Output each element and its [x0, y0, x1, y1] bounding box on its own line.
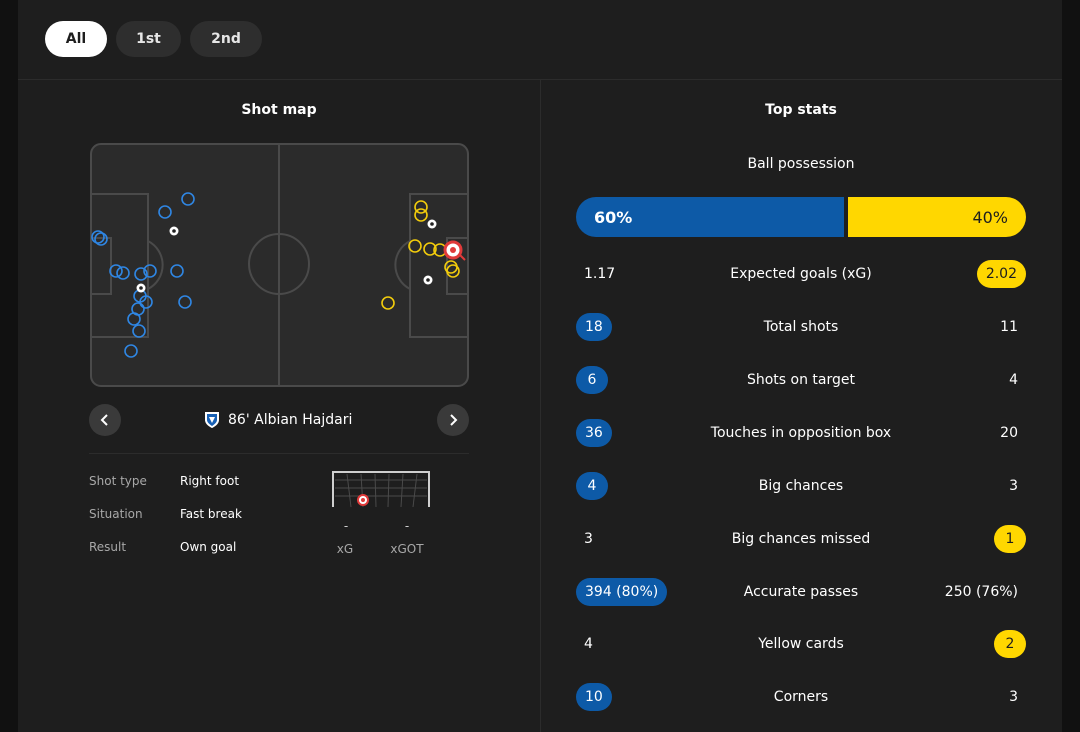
stat-away-text: 11 [1000, 319, 1018, 335]
stat-home-value: 1.17 [576, 259, 615, 289]
stat-home-text: 1.17 [584, 266, 616, 282]
stat-away-text: 1 [994, 525, 1026, 553]
goal-ball-icon[interactable] [169, 226, 179, 236]
shot-detail-separator [89, 453, 469, 454]
stat-label: Touches in opposition box [710, 425, 892, 441]
goal-ball-icon[interactable] [427, 219, 437, 229]
shot-type-value: Right foot [180, 474, 240, 488]
stat-home-text: 4 [576, 472, 608, 500]
goal-net-icon [332, 471, 430, 508]
stat-row: 18 Total shots 11 [576, 312, 1026, 342]
stat-home-text: 394 (80%) [576, 578, 668, 606]
situation-label: Situation [89, 507, 143, 521]
shot-map-pitch[interactable] [90, 143, 469, 387]
stat-home-value: 6 [576, 365, 608, 395]
top-stats-title: Top stats [765, 102, 837, 118]
goal-frame [331, 470, 431, 508]
stat-home-value: 4 [576, 471, 608, 501]
stat-label: Big chances missed [731, 531, 871, 547]
possession-away: 40% [848, 197, 1026, 237]
stat-label: Total shots [763, 319, 839, 335]
tab-all[interactable]: All [45, 21, 107, 57]
stat-away-value: 20 [1000, 418, 1026, 448]
chevron-left-icon [100, 414, 108, 426]
period-tab-bar: All 1st 2nd [18, 0, 1062, 80]
stat-row: 4 Yellow cards 2 [576, 629, 1026, 659]
stat-home-value: 394 (80%) [576, 577, 668, 607]
stat-row: 3 Big chances missed 1 [576, 524, 1026, 554]
possession-bar: 60% 40% [576, 197, 1026, 237]
selected-shot-player: 86' Albian Hajdari [204, 408, 352, 432]
stat-away-text: 2 [994, 630, 1026, 658]
stat-label: Corners [773, 689, 829, 705]
stat-home-value: 4 [576, 629, 602, 659]
stat-label: Expected goals (xG) [730, 266, 872, 282]
stat-label: Accurate passes [743, 584, 859, 600]
goal-ball-icon[interactable] [423, 275, 433, 285]
stat-home-text: 18 [576, 313, 612, 341]
team-crest-icon [205, 412, 219, 428]
xgot-label: xGOT [390, 542, 424, 556]
xg-label: xG [336, 542, 354, 556]
stat-away-text: 3 [1009, 478, 1018, 494]
shot-minute-player: 86' Albian Hajdari [228, 412, 353, 428]
xgot-value: - [404, 519, 410, 533]
stat-away-value: 2.02 [976, 259, 1026, 289]
next-shot-button[interactable] [437, 404, 469, 436]
stat-away-value: 11 [1000, 312, 1026, 342]
shot-type-label: Shot type [89, 474, 147, 488]
goal-ball-icon[interactable] [136, 283, 146, 293]
stat-label: Yellow cards [758, 636, 844, 652]
stat-away-value: 2 [994, 629, 1026, 659]
result-label: Result [89, 540, 127, 554]
stat-home-text: 4 [584, 636, 593, 652]
stat-away-text: 250 (76%) [944, 584, 1018, 600]
stat-away-text: 4 [1009, 372, 1018, 388]
stat-away-text: 20 [1000, 425, 1018, 441]
stat-row: 1.17 Expected goals (xG) 2.02 [576, 259, 1026, 289]
stat-row: 36 Touches in opposition box 20 [576, 418, 1026, 448]
stat-away-value: 3 [1000, 471, 1026, 501]
previous-shot-button[interactable] [89, 404, 121, 436]
column-divider [540, 80, 541, 732]
stat-home-value: 36 [576, 418, 612, 448]
pitch-svg [90, 143, 469, 387]
shot-map-title: Shot map [241, 102, 317, 118]
stat-home-text: 36 [576, 419, 612, 447]
stat-row: 4 Big chances 3 [576, 471, 1026, 501]
stat-away-value: 250 (76%) [945, 577, 1026, 607]
stat-home-value: 10 [576, 682, 612, 712]
stat-away-value: 3 [1000, 682, 1026, 712]
match-stats-card: All 1st 2nd Shot map 86' Albian Hajdari … [18, 0, 1062, 732]
chevron-right-icon [450, 414, 458, 426]
stat-home-value: 3 [576, 524, 602, 554]
stat-row: 10 Corners 3 [576, 682, 1026, 712]
stat-away-text: 3 [1009, 689, 1018, 705]
stat-row: 6 Shots on target 4 [576, 365, 1026, 395]
stat-label: Big chances [758, 478, 844, 494]
tab-second-half[interactable]: 2nd [190, 21, 262, 57]
xg-value: - [343, 519, 349, 533]
stat-row: 394 (80%) Accurate passes 250 (76%) [576, 577, 1026, 607]
situation-value: Fast break [180, 507, 242, 521]
stat-home-value: 18 [576, 312, 612, 342]
tab-first-half[interactable]: 1st [116, 21, 181, 57]
stat-home-text: 6 [576, 366, 608, 394]
stat-away-value: 4 [1000, 365, 1026, 395]
possession-label: Ball possession [747, 156, 855, 172]
stat-away-value: 1 [994, 524, 1026, 554]
stat-away-text: 2.02 [976, 260, 1026, 288]
result-value: Own goal [180, 540, 237, 554]
stat-home-text: 3 [584, 531, 593, 547]
stat-label: Shots on target [746, 372, 855, 388]
stat-home-text: 10 [576, 683, 612, 711]
possession-home: 60% [576, 197, 844, 237]
